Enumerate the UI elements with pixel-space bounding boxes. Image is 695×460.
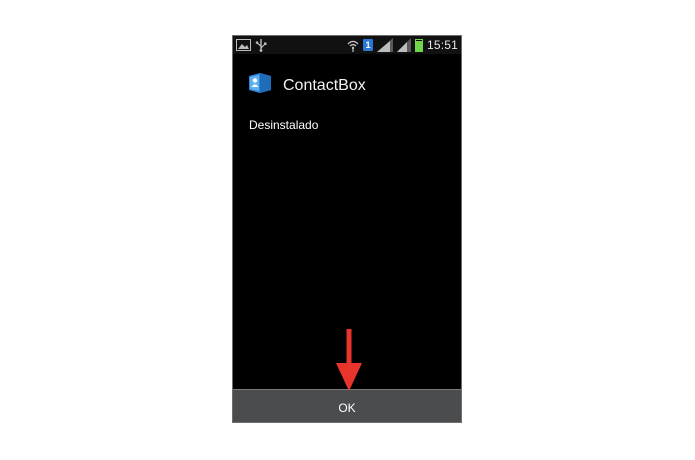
battery-icon — [414, 38, 423, 52]
signal-icon — [376, 38, 393, 52]
usb-icon — [255, 38, 267, 52]
wifi-icon — [347, 38, 359, 52]
clock: 15:51 — [426, 38, 458, 52]
ok-button-label: OK — [338, 400, 356, 415]
status-bar: 1 15:51 — [233, 36, 461, 54]
sim-icon: 1 — [362, 39, 373, 51]
gallery-icon — [236, 38, 251, 52]
signal-icon — [396, 38, 411, 52]
status-bar-left — [236, 38, 267, 52]
dialog-title: ContactBox — [283, 76, 366, 94]
battery-level — [415, 41, 422, 51]
contactbox-app-icon — [247, 72, 273, 99]
phone-screen: 1 15:51 ContactBox Desinstalado OK — [232, 35, 462, 423]
status-bar-right: 1 15:51 — [347, 38, 458, 52]
ok-button[interactable]: OK — [233, 389, 461, 422]
dialog-message: Desinstalado — [249, 118, 319, 132]
page: 1 15:51 ContactBox Desinstalado OK — [0, 0, 695, 460]
dialog-header: ContactBox — [247, 72, 366, 99]
